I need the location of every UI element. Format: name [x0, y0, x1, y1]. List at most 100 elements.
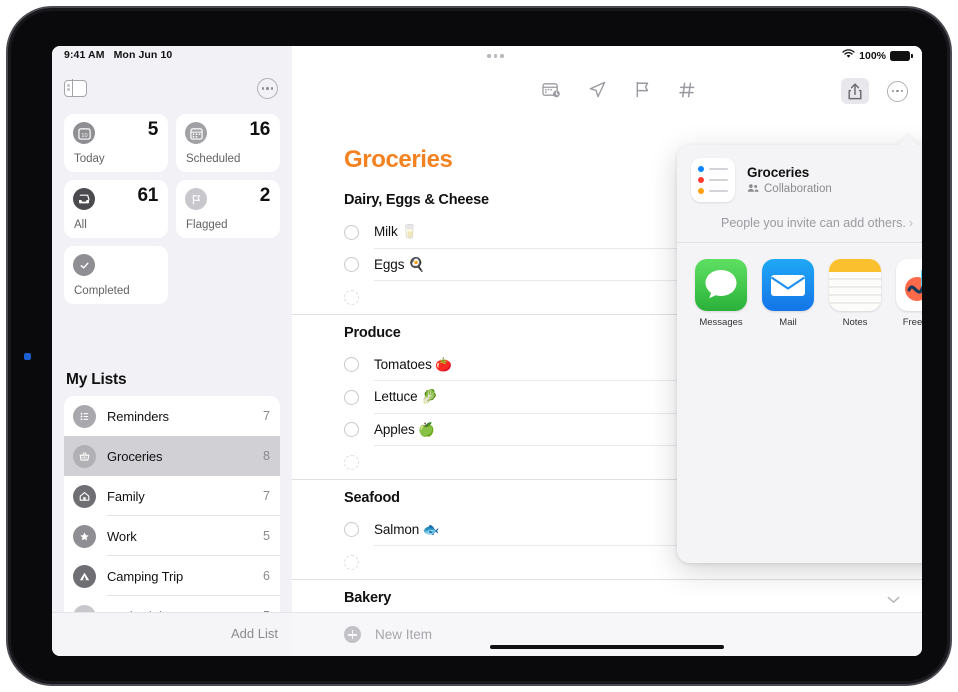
calendar-clock-icon[interactable] [542, 81, 561, 99]
people-icon [747, 183, 759, 196]
bullet-list-icon [73, 404, 96, 428]
complete-radio[interactable] [344, 289, 359, 305]
page-title: Groceries [344, 146, 453, 173]
doc-line [698, 166, 728, 172]
status-bar-left: 9:41 AM Mon Jun 10 [64, 49, 172, 61]
smart-list-label: Scheduled [186, 153, 241, 165]
dot [270, 87, 274, 90]
smart-list-completed[interactable]: Completed [64, 246, 168, 304]
new-item-input[interactable]: New Item [375, 627, 432, 642]
share-icon[interactable] [841, 78, 869, 104]
basket-icon [73, 444, 96, 468]
smart-list-all[interactable]: 61 All [64, 180, 168, 238]
sidebar: 10 5 Today 16 Scheduled 61 All 2 Flagged… [52, 46, 292, 656]
sidebar-item-count: 6 [263, 569, 270, 583]
location-arrow-icon[interactable] [588, 80, 607, 99]
share-target-mail[interactable]: Mail [762, 259, 814, 328]
bar [709, 168, 728, 170]
red-dot [698, 177, 704, 183]
bezel-marker [24, 353, 31, 360]
reminder-text: Tomatoes 🍅 [374, 356, 453, 372]
sidebar-footer: Add List [52, 612, 292, 656]
hashtag-icon[interactable] [678, 81, 696, 99]
sidebar-item-label: Family [107, 488, 145, 504]
dot [900, 89, 904, 93]
share-app-row: Messages Mail Notes Free [677, 243, 922, 328]
mail-app-icon [762, 259, 814, 311]
dot [261, 87, 265, 90]
home-indicator[interactable] [490, 644, 724, 649]
reminders-list-icon [691, 158, 735, 202]
smart-list-flagged[interactable]: 2 Flagged [176, 180, 280, 238]
share-target-notes[interactable]: Notes [829, 259, 881, 328]
tent-icon [73, 564, 96, 588]
doc-line [698, 177, 728, 183]
dot [891, 89, 895, 93]
share-doc-title: Groceries [747, 164, 810, 180]
dot [500, 54, 504, 58]
notes-app-icon [829, 259, 881, 311]
bar [709, 179, 728, 181]
chevron-down-icon[interactable] [887, 592, 900, 608]
reminder-text: Lettuce 🥬 [374, 389, 438, 405]
complete-radio[interactable] [344, 422, 359, 438]
main-more-circle-icon[interactable] [887, 80, 908, 102]
smart-list-today[interactable]: 10 5 Today [64, 114, 168, 172]
smart-list-count: 5 [147, 119, 159, 140]
my-lists-group: Reminders 7 Groceries 8 Family 7 Work 5 … [64, 396, 280, 636]
smart-list-label: Flagged [186, 219, 228, 231]
main-toolbar-right [841, 78, 908, 104]
complete-radio[interactable] [344, 554, 359, 570]
wifi-icon [842, 49, 855, 62]
complete-radio[interactable] [344, 389, 359, 405]
invite-permissions-row[interactable]: People you invite can add others. › [677, 212, 922, 243]
sidebar-item-label: Work [107, 528, 137, 544]
sidebar-more-circle-icon[interactable] [257, 78, 278, 99]
add-list-button[interactable]: Add List [231, 626, 278, 641]
orange-dot [698, 188, 704, 194]
complete-radio[interactable] [344, 522, 359, 538]
sidebar-item-family[interactable]: Family 7 [64, 476, 280, 516]
freeform-app-icon [896, 259, 922, 311]
my-lists-header: My Lists [66, 371, 127, 388]
item-tools [542, 80, 696, 99]
app-label: Freeform [902, 317, 922, 328]
flag-icon[interactable] [634, 80, 651, 99]
calendar-day-icon: 10 [73, 122, 95, 144]
plus-circle-icon[interactable] [344, 626, 361, 643]
share-target-freeform[interactable]: Freeform [896, 259, 922, 328]
bar [709, 190, 728, 192]
dot [266, 87, 269, 90]
sidebar-item-count: 8 [263, 449, 270, 463]
ipad-screen: 9:41 AM Mon Jun 10 100% 10 5 Today 16 Sc… [52, 46, 922, 656]
app-label: Notes [842, 317, 868, 328]
sidebar-item-label: Groceries [107, 448, 163, 464]
ipad-device-frame: 9:41 AM Mon Jun 10 100% 10 5 Today 16 Sc… [6, 6, 952, 686]
complete-radio[interactable] [344, 224, 359, 240]
new-item-bar[interactable]: New Item [292, 612, 922, 656]
smart-list-scheduled[interactable]: 16 Scheduled [176, 114, 280, 172]
complete-radio[interactable] [344, 454, 359, 470]
complete-radio[interactable] [344, 357, 359, 373]
smart-list-label: Today [74, 153, 105, 165]
main-toolbar [292, 74, 922, 114]
sidebar-item-label: Reminders [107, 408, 169, 424]
reminder-text: Eggs 🍳 [374, 256, 425, 272]
sidebar-toolbar [52, 74, 292, 112]
section-header-label: Bakery [344, 589, 392, 606]
smart-list-count: 16 [249, 119, 270, 140]
sidebar-item-work[interactable]: Work 5 [64, 516, 280, 556]
sidebar-toggle-icon[interactable] [64, 79, 87, 97]
multitasking-control[interactable] [487, 54, 504, 58]
sidebar-item-camping-trip[interactable]: Camping Trip 6 [64, 556, 280, 596]
sidebar-item-label: Camping Trip [107, 568, 184, 584]
sidebar-item-groceries[interactable]: Groceries 8 [64, 436, 280, 476]
battery-full-icon [890, 50, 913, 61]
dot [487, 54, 491, 58]
sidebar-item-reminders[interactable]: Reminders 7 [64, 396, 280, 436]
svg-text:10: 10 [81, 133, 87, 139]
complete-radio[interactable] [344, 257, 359, 273]
star-icon [73, 524, 96, 548]
battery-percent: 100% [859, 49, 886, 62]
share-target-messages[interactable]: Messages [695, 259, 747, 328]
